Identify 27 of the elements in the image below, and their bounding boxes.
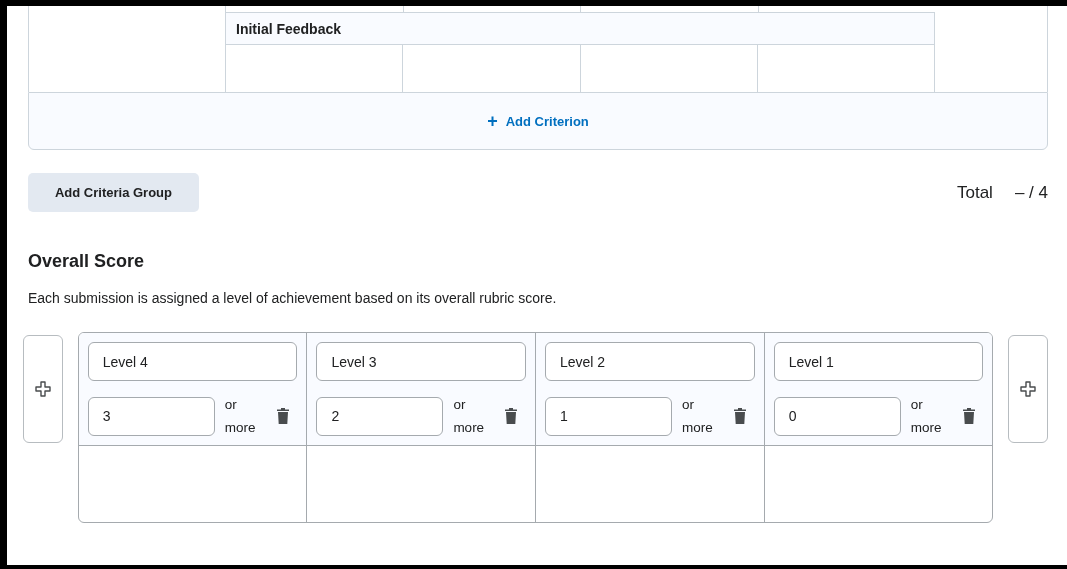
add-criterion-button[interactable]: + Add Criterion	[28, 92, 1048, 150]
trash-icon[interactable]	[734, 408, 746, 424]
threshold-field[interactable]: 0	[773, 396, 901, 436]
plus-icon	[33, 380, 52, 398]
level-name-field[interactable]: Level 3	[316, 342, 526, 381]
total-score: – / 4	[1014, 182, 1048, 203]
level-name-field[interactable]: Level 2	[545, 342, 755, 381]
trash-icon[interactable]	[962, 408, 975, 424]
threshold-field[interactable]: 2	[316, 396, 444, 436]
threshold-suffix: or more	[910, 396, 943, 437]
threshold-suffix: or more	[682, 396, 714, 437]
threshold-suffix: or more	[224, 396, 257, 437]
threshold-field[interactable]: 1	[545, 396, 672, 436]
threshold-suffix: or more	[453, 396, 486, 437]
section-description: Each submission is assigned a level of achievement based on its overall rubric score.	[28, 290, 558, 306]
plus-icon	[1019, 380, 1038, 398]
trash-icon[interactable]	[276, 408, 289, 424]
level-name-field[interactable]: Level 4	[87, 342, 298, 381]
add-level-button[interactable]	[23, 335, 63, 443]
level-name-field[interactable]: Level 1	[773, 342, 984, 381]
criterion-name: Initial Feedback	[226, 12, 935, 45]
trash-icon[interactable]	[505, 408, 518, 424]
threshold-field[interactable]: 3	[87, 396, 215, 436]
add-level-button[interactable]	[1008, 335, 1048, 443]
total-label: Total	[957, 182, 993, 203]
add-criteria-group-button[interactable]: Add Criteria Group	[28, 173, 199, 212]
section-heading: Overall Score	[28, 251, 146, 272]
